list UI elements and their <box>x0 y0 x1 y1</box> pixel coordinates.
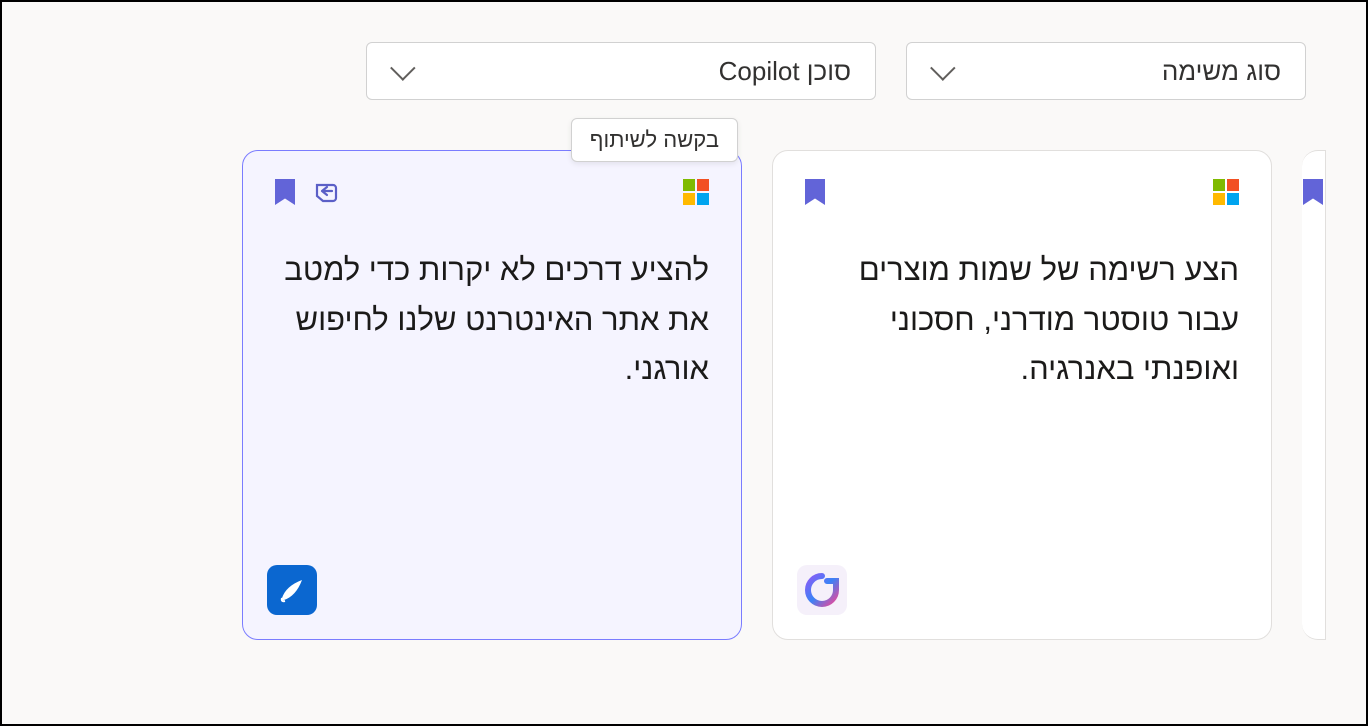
share-tooltip: בקשה לשיתוף <box>571 118 738 162</box>
task-type-dropdown[interactable]: סוג משימה <box>906 42 1306 100</box>
chevron-down-icon <box>390 55 415 80</box>
prompt-card-selected[interactable]: להציע דרכים לא יקרות כדי למטב את אתר האי… <box>242 150 742 640</box>
card-header <box>805 179 1239 205</box>
app-badge-loop[interactable] <box>797 565 847 615</box>
card-header <box>275 179 709 205</box>
prompt-card-wrapper: בקשה לשיתוף <box>242 150 742 640</box>
microsoft-logo-icon <box>683 179 709 205</box>
filter-bar: סוג משימה סוכן Copilot <box>42 42 1326 100</box>
bookmark-icon[interactable] <box>805 179 825 205</box>
dropdown-label: סוג משימה <box>1162 56 1281 87</box>
bookmark-icon[interactable] <box>275 179 295 205</box>
prompt-text: הצע רשימה של שמות מוצרים עבור טוסטר מודר… <box>805 245 1239 394</box>
share-request-icon[interactable] <box>313 179 341 205</box>
prompt-card[interactable]: הצע רשימה של שמות מוצרים עבור טוסטר מודר… <box>772 150 1272 640</box>
paint-brush-icon <box>276 574 308 606</box>
copilot-agent-dropdown[interactable]: סוכן Copilot <box>366 42 876 100</box>
prompt-text: להציע דרכים לא יקרות כדי למטב את אתר האי… <box>275 245 709 394</box>
dropdown-label: סוכן Copilot <box>719 56 851 87</box>
microsoft-logo-icon <box>1213 179 1239 205</box>
app-badge-designer[interactable] <box>267 565 317 615</box>
prompt-card-peek[interactable] <box>1302 150 1326 640</box>
loop-icon <box>805 573 839 607</box>
bookmark-icon <box>1303 179 1323 205</box>
card-list: הצע רשימה של שמות מוצרים עבור טוסטר מודר… <box>42 150 1326 640</box>
chevron-down-icon <box>930 55 955 80</box>
